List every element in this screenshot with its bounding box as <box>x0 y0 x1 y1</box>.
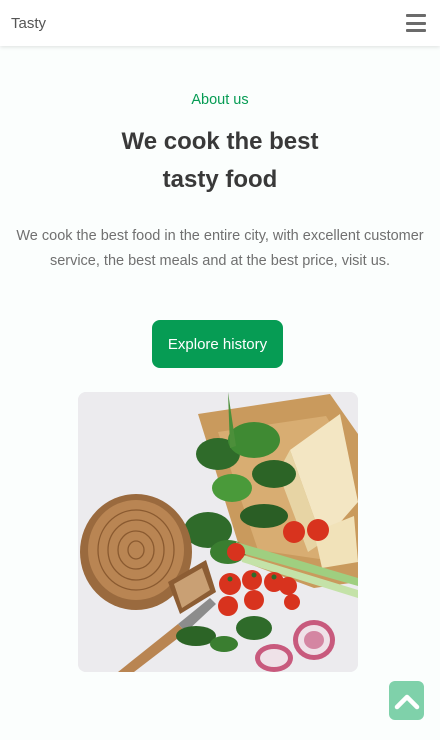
about-section: About us We cook the best tasty food We … <box>0 92 440 273</box>
section-description: We cook the best food in the entire city… <box>16 228 424 269</box>
chevron-up-icon <box>394 694 419 709</box>
header: Tasty <box>0 0 440 46</box>
logo-link[interactable]: Tasty <box>11 15 46 32</box>
explore-history-button[interactable]: Explore history <box>152 320 283 368</box>
food-illustration <box>78 392 358 672</box>
section-subtitle: About us <box>191 92 249 108</box>
section-title: We cook the best tasty food <box>121 128 319 193</box>
scroll-top-button[interactable] <box>389 681 424 720</box>
about-food-image <box>78 392 358 672</box>
hamburger-menu-icon[interactable] <box>406 14 426 32</box>
